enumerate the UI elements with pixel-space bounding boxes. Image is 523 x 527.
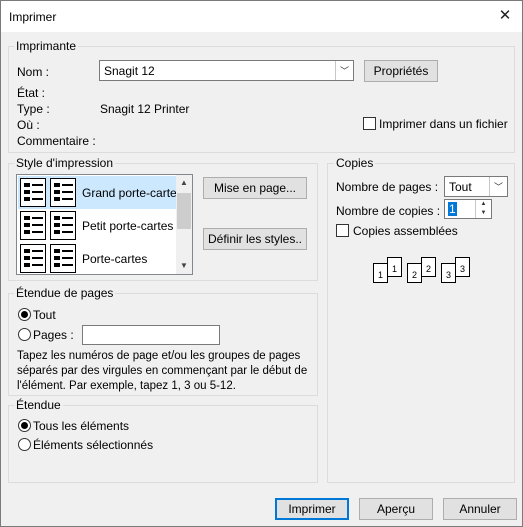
stepper-down-icon[interactable]: ▼ bbox=[476, 209, 491, 218]
pages-count-select[interactable]: Tout ﹀ bbox=[444, 176, 508, 197]
type-value: Snagit 12 Printer bbox=[100, 102, 190, 116]
copies-stepper[interactable]: ▲ ▼ bbox=[475, 200, 491, 218]
copy-page-icon: 3 bbox=[455, 257, 470, 277]
collate-label[interactable]: Copies assemblées bbox=[353, 224, 458, 238]
page-range-input[interactable] bbox=[82, 325, 220, 345]
chevron-down-icon: ﹀ bbox=[335, 61, 353, 80]
style-thumbnail-icon bbox=[20, 211, 46, 240]
page-range-pages-radio[interactable] bbox=[18, 328, 31, 341]
print-dialog: Imprimer ✕ Imprimante Nom : Snagit 12 ﹀ … bbox=[0, 0, 523, 527]
pages-count-label: Nombre de pages : bbox=[336, 180, 439, 194]
style-thumbnail-icon bbox=[50, 178, 76, 207]
copies-group-label: Copies bbox=[334, 156, 376, 170]
chevron-down-icon[interactable]: ▼ bbox=[176, 258, 192, 274]
scroll-thumb[interactable] bbox=[177, 193, 191, 229]
print-to-file-checkbox[interactable] bbox=[363, 117, 376, 130]
cancel-button[interactable]: Annuler bbox=[443, 498, 517, 520]
page-range-description: Tapez les numéros de page et/ou les grou… bbox=[17, 350, 308, 392]
preview-button-label: Aperçu bbox=[376, 502, 416, 516]
style-thumbnail-icon bbox=[20, 178, 46, 207]
print-button[interactable]: Imprimer bbox=[275, 498, 349, 520]
selected-items-label[interactable]: Éléments sélectionnés bbox=[33, 438, 153, 452]
style-item-card[interactable]: Porte-cartes bbox=[18, 242, 176, 275]
style-thumbnail-icon bbox=[20, 244, 46, 273]
printer-name-select[interactable]: Snagit 12 ﹀ bbox=[99, 60, 354, 81]
comment-label: Commentaire : bbox=[17, 134, 96, 148]
all-items-label[interactable]: Tous les éléments bbox=[33, 419, 129, 433]
page-range-group-label: Étendue de pages bbox=[14, 286, 116, 300]
page-range-pages-label[interactable]: Pages : bbox=[33, 328, 74, 342]
properties-button-label: Propriétés bbox=[373, 64, 429, 78]
collate-checkbox[interactable] bbox=[336, 224, 349, 237]
page-range-all-radio[interactable] bbox=[18, 308, 31, 321]
chevron-up-icon[interactable]: ▲ bbox=[176, 175, 192, 191]
style-item-large-card[interactable]: Grand porte-cartes bbox=[18, 176, 183, 209]
copy-page-icon: 2 bbox=[421, 257, 436, 277]
selected-items-radio[interactable] bbox=[18, 438, 31, 451]
copy-page-icon: 3 bbox=[441, 263, 456, 283]
style-item-label: Petit porte-cartes bbox=[82, 219, 174, 233]
print-to-file-label[interactable]: Imprimer dans un fichier bbox=[379, 117, 508, 131]
printer-group-label: Imprimante bbox=[14, 39, 79, 53]
where-label: Où : bbox=[17, 118, 40, 132]
style-thumbnail-icon bbox=[50, 244, 76, 273]
copies-count-label: Nombre de copies : bbox=[336, 204, 441, 218]
print-button-label: Imprimer bbox=[288, 502, 336, 516]
close-icon[interactable]: ✕ bbox=[494, 5, 516, 27]
copies-count-input[interactable]: 1 ▲ ▼ bbox=[444, 199, 492, 219]
preview-button[interactable]: Aperçu bbox=[359, 498, 433, 520]
properties-button[interactable]: Propriétés bbox=[364, 60, 438, 82]
style-item-label: Grand porte-cartes bbox=[82, 186, 183, 200]
define-styles-button-label: Définir les styles.. bbox=[207, 232, 303, 246]
range-group-label: Étendue bbox=[14, 398, 63, 412]
stepper-up-icon[interactable]: ▲ bbox=[476, 200, 491, 209]
cancel-button-label: Annuler bbox=[459, 502, 501, 516]
style-item-small-card[interactable]: Petit porte-cartes bbox=[18, 209, 176, 242]
copies-count-value: 1 bbox=[448, 202, 457, 216]
style-list-scrollbar[interactable]: ▲ ▼ bbox=[176, 175, 192, 274]
print-style-group-label: Style d'impression bbox=[14, 156, 115, 170]
printer-name-label: Nom : bbox=[17, 65, 50, 79]
type-label: Type : bbox=[17, 102, 50, 116]
print-style-list[interactable]: Grand porte-cartes Petit porte-cartes Po… bbox=[16, 174, 193, 275]
define-styles-button[interactable]: Définir les styles.. bbox=[203, 228, 307, 250]
all-items-radio[interactable] bbox=[18, 419, 31, 432]
pages-count-value: Tout bbox=[449, 180, 472, 194]
style-thumbnail-icon bbox=[50, 211, 76, 240]
title-bar: Imprimer ✕ bbox=[1, 1, 522, 32]
dialog-title: Imprimer bbox=[9, 10, 57, 24]
status-label: État : bbox=[17, 86, 46, 100]
copy-page-icon: 1 bbox=[373, 263, 388, 283]
copy-page-icon: 2 bbox=[407, 263, 422, 283]
style-item-label: Porte-cartes bbox=[82, 252, 148, 266]
copy-page-icon: 1 bbox=[387, 257, 402, 277]
page-range-all-label[interactable]: Tout bbox=[33, 308, 56, 322]
chevron-down-icon: ﹀ bbox=[489, 177, 507, 196]
page-setup-button[interactable]: Mise en page... bbox=[203, 177, 307, 199]
printer-name-value: Snagit 12 bbox=[104, 64, 155, 78]
page-setup-button-label: Mise en page... bbox=[213, 181, 297, 195]
